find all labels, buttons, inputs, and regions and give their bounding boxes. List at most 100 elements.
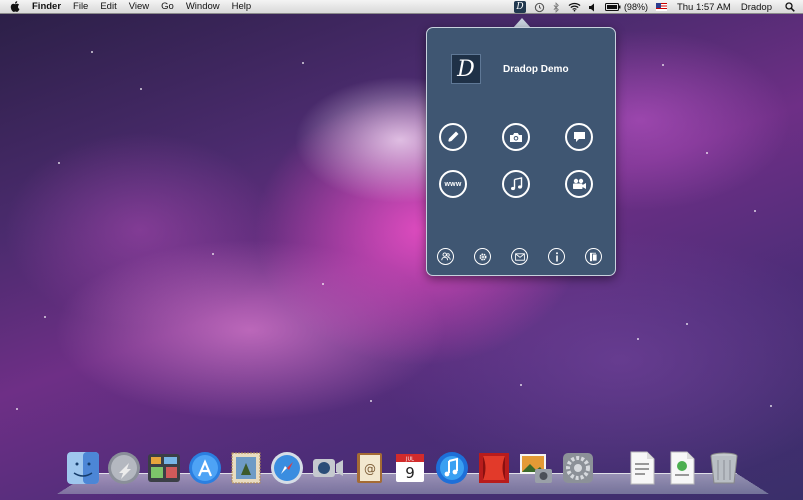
star: [58, 162, 60, 164]
iphoto-icon: [520, 454, 552, 483]
calendar-month: JUL: [405, 457, 414, 463]
star: [322, 283, 324, 285]
www-button[interactable]: www: [439, 170, 467, 198]
users-icon: [440, 252, 451, 261]
system-preferences-icon: [563, 453, 593, 483]
dock-itunes[interactable]: [434, 450, 470, 486]
spotlight-search-icon[interactable]: [785, 0, 795, 14]
input-source-flag-icon[interactable]: [655, 0, 667, 14]
menu-go[interactable]: Go: [161, 1, 174, 12]
menu-edit[interactable]: Edit: [100, 1, 116, 12]
dradop-status-item[interactable]: D: [513, 0, 526, 14]
volume-icon[interactable]: [588, 0, 597, 14]
bluetooth-icon[interactable]: [553, 0, 560, 14]
dock-system-preferences[interactable]: [560, 450, 596, 486]
mail-stamp-icon: [231, 452, 261, 484]
message-button[interactable]: [565, 123, 593, 151]
info-button[interactable]: [548, 248, 565, 265]
star: [140, 88, 142, 90]
dock-document-2[interactable]: [664, 450, 700, 486]
dock-safari[interactable]: [269, 450, 305, 486]
finder-icon: [67, 452, 99, 484]
star: [16, 408, 18, 410]
dock-document-1[interactable]: [624, 450, 660, 486]
safari-icon: [271, 452, 303, 484]
star: [754, 210, 756, 212]
www-icon: www: [444, 180, 462, 188]
menu-bar: Finder File Edit View Go Window Help D (…: [0, 0, 803, 14]
menu-help[interactable]: Help: [232, 1, 252, 12]
settings-button[interactable]: [474, 248, 491, 265]
pencil-button[interactable]: [439, 123, 467, 151]
dock-facetime[interactable]: [310, 450, 346, 486]
trash-icon: [710, 452, 738, 484]
dock-address-book[interactable]: @: [351, 450, 387, 486]
battery-icon: [604, 3, 621, 11]
star: [91, 51, 93, 53]
app-store-icon: [189, 452, 221, 484]
dock-app-store[interactable]: [187, 450, 223, 486]
battery-percent: (98%): [623, 2, 648, 12]
video-button[interactable]: [565, 170, 593, 198]
star: [212, 253, 214, 255]
itunes-icon: [436, 452, 468, 484]
dock-launchpad[interactable]: [106, 450, 142, 486]
document-icon: [630, 451, 655, 485]
photo-booth-icon: [479, 453, 509, 483]
exit-icon: [590, 252, 598, 261]
camera-icon: [510, 132, 522, 142]
gear-icon: [479, 253, 486, 260]
menu-view[interactable]: View: [129, 1, 149, 12]
time-machine-icon[interactable]: [534, 0, 545, 14]
us-flag-icon: [655, 3, 667, 11]
dock-ical[interactable]: JUL 9: [392, 450, 428, 486]
star: [706, 152, 708, 154]
facetime-icon: [313, 459, 343, 477]
popover-header: D Dradop Demo: [451, 54, 569, 84]
dradop-menu-icon: D: [513, 1, 526, 13]
envelope-icon: [514, 252, 525, 261]
menu-clock[interactable]: Thu 1:57 AM: [677, 2, 731, 13]
menu-file[interactable]: File: [73, 1, 88, 12]
menu-window[interactable]: Window: [186, 1, 220, 12]
star: [770, 405, 772, 407]
star: [370, 400, 372, 402]
popover-app-name: Dradop Demo: [503, 63, 569, 75]
camera-button[interactable]: [502, 123, 530, 151]
dradop-popover: D Dradop Demo www: [426, 27, 616, 276]
music-note-icon: [510, 177, 522, 191]
pencil-icon: [448, 131, 459, 142]
email-button[interactable]: [511, 248, 528, 265]
users-button[interactable]: [437, 248, 454, 265]
star: [686, 323, 688, 325]
address-book-icon: @: [357, 453, 382, 483]
video-camera-icon: [572, 178, 586, 189]
star: [302, 62, 304, 64]
apple-icon[interactable]: [10, 1, 20, 12]
exit-button[interactable]: [585, 248, 602, 265]
wifi-icon[interactable]: [568, 0, 581, 14]
calendar-icon: JUL9: [396, 454, 424, 482]
info-icon: [555, 251, 558, 261]
desktop-stars: [0, 0, 803, 500]
star: [520, 384, 522, 386]
document-icon: [670, 451, 695, 485]
menu-user[interactable]: Dradop: [741, 2, 772, 13]
speech-bubble-icon: [573, 132, 585, 142]
dradop-logo: D: [451, 54, 481, 84]
dock-iphoto[interactable]: [518, 450, 554, 486]
music-button[interactable]: [502, 170, 530, 198]
calendar-day: 9: [405, 464, 415, 482]
dock-photo-booth[interactable]: [476, 450, 512, 486]
dock-mission-control[interactable]: [146, 450, 182, 486]
star: [44, 316, 46, 318]
star: [637, 338, 639, 340]
dock-trash[interactable]: [706, 450, 742, 486]
menu-finder[interactable]: Finder: [32, 1, 61, 12]
star: [662, 64, 664, 66]
mission-control-icon: [148, 454, 180, 482]
launchpad-icon: [108, 452, 140, 484]
battery-status[interactable]: (98%): [604, 0, 648, 14]
dock-finder[interactable]: [65, 450, 101, 486]
dock-mail[interactable]: [228, 450, 264, 486]
